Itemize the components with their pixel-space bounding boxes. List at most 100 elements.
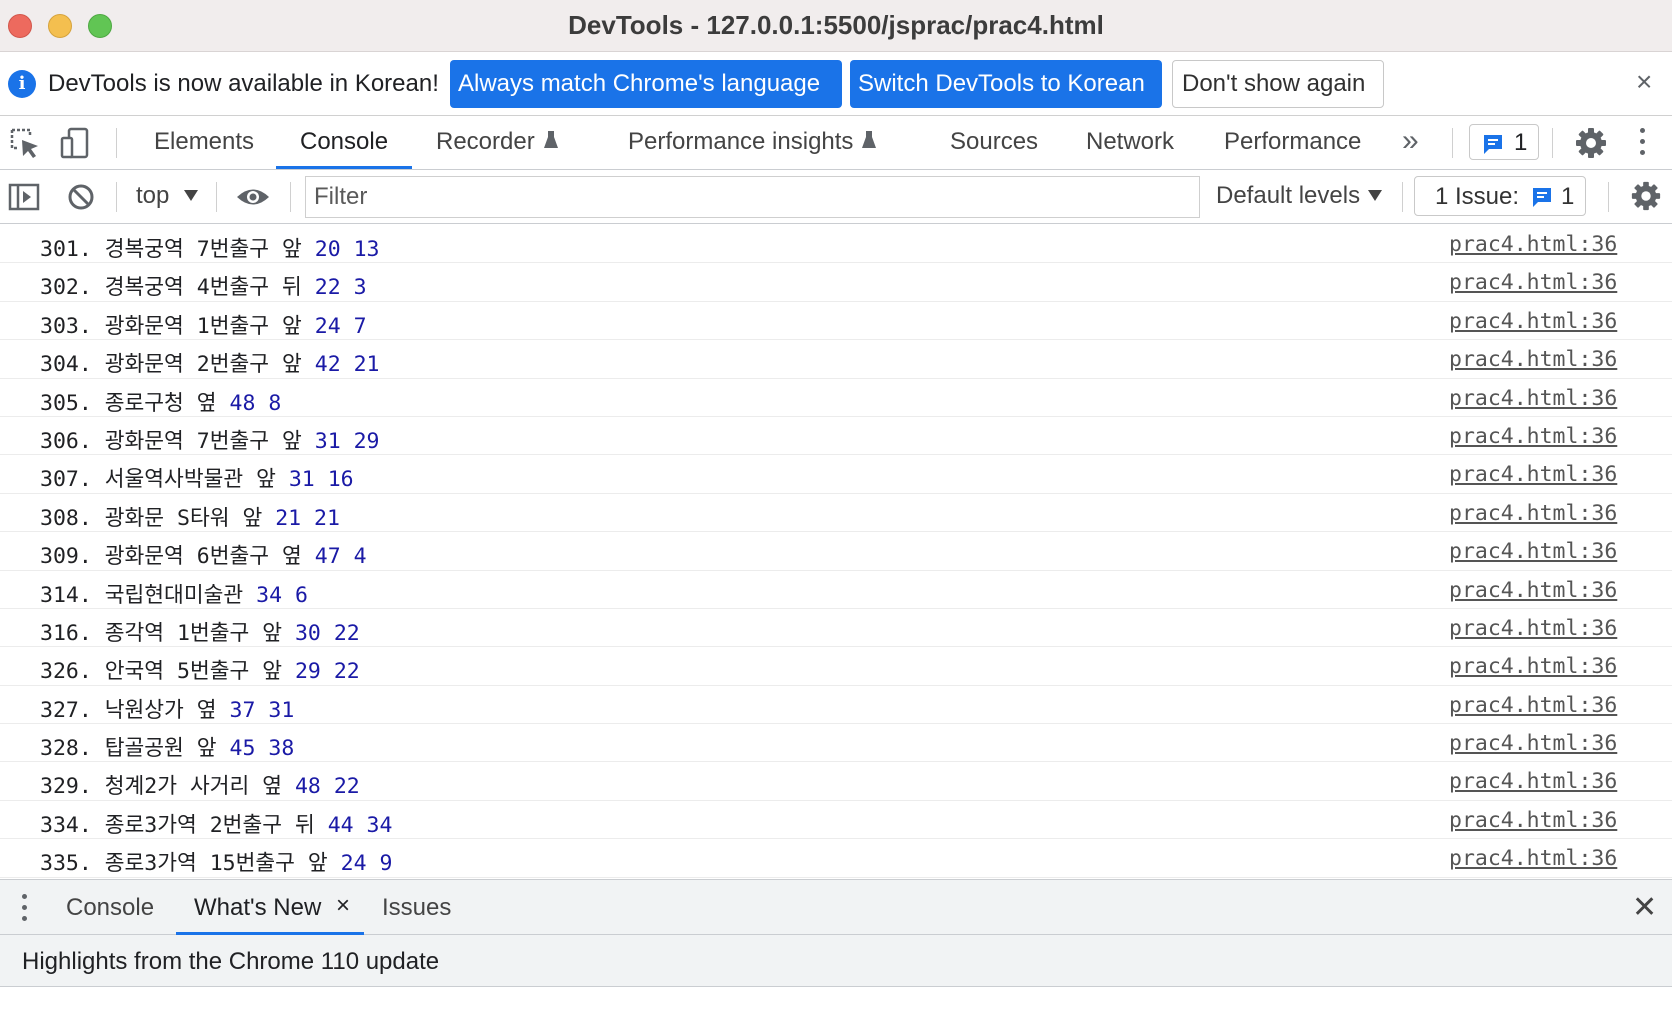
console-message-row: 316. 종각역 1번출구 앞 30 22 prac4.html:36 xyxy=(0,609,1672,648)
message-label: 328. 탑골공원 앞 xyxy=(40,736,217,762)
message-number: 48 xyxy=(229,390,256,416)
close-icon[interactable]: ✕ xyxy=(1632,890,1657,925)
sidebar-toggle-icon[interactable] xyxy=(8,182,40,212)
toolbar-divider xyxy=(116,182,117,212)
console-message-text: 329. 청계2가 사거리 옆 48 22 xyxy=(40,769,360,800)
tab-recorder[interactable]: Recorder xyxy=(436,128,559,156)
inspect-element-icon[interactable] xyxy=(8,126,42,160)
source-link[interactable]: prac4.html:36 xyxy=(1449,616,1617,641)
message-label: 305. 종로구청 옆 xyxy=(40,390,217,416)
message-number: 20 xyxy=(314,237,341,262)
console-message-row: 326. 안국역 5번출구 앞 29 22 prac4.html:36 xyxy=(0,647,1672,686)
tab-performance-insights[interactable]: Performance insights xyxy=(628,128,877,156)
console-toolbar: top Default levels 1 Issue: 1 xyxy=(0,170,1672,224)
more-tabs-chevron-icon[interactable]: » xyxy=(1402,124,1419,158)
source-link[interactable]: prac4.html:36 xyxy=(1449,232,1617,257)
console-message-row: 306. 광화문역 7번출구 앞 31 29 prac4.html:36 xyxy=(0,417,1672,456)
source-link[interactable]: prac4.html:36 xyxy=(1449,846,1617,871)
message-number: 48 xyxy=(294,774,321,800)
issues-button[interactable]: 1 Issue: 1 xyxy=(1414,176,1586,216)
log-levels-dropdown[interactable]: Default levels xyxy=(1216,182,1360,210)
message-number: 34 xyxy=(366,812,393,838)
dont-show-again-button[interactable]: Don't show again xyxy=(1172,60,1384,108)
toolbar-divider xyxy=(1552,128,1553,158)
source-link[interactable]: prac4.html:36 xyxy=(1449,270,1617,295)
console-message-row: 307. 서울역사박물관 앞 31 16 prac4.html:36 xyxy=(0,455,1672,494)
kebab-menu-icon[interactable] xyxy=(22,894,28,927)
clear-console-icon[interactable] xyxy=(66,182,96,212)
message-label: 329. 청계2가 사거리 옆 xyxy=(40,774,283,800)
console-message-text: 314. 국립현대미술관 34 6 xyxy=(40,578,308,609)
console-message-text: 307. 서울역사박물관 앞 31 16 xyxy=(40,462,354,493)
filter-input[interactable] xyxy=(305,176,1200,218)
console-message-text: 309. 광화문역 6번출구 옆 47 4 xyxy=(40,539,367,570)
message-number: 4 xyxy=(353,544,367,570)
source-link[interactable]: prac4.html:36 xyxy=(1449,309,1617,334)
message-number: 21 xyxy=(275,505,302,531)
message-number: 29 xyxy=(294,659,321,685)
drawer-tab-console[interactable]: Console xyxy=(66,894,154,922)
chevron-down-icon[interactable] xyxy=(184,190,198,201)
message-label: 301. 경복궁역 7번출구 앞 xyxy=(40,237,302,262)
toolbar-divider xyxy=(1402,182,1403,212)
source-link[interactable]: prac4.html:36 xyxy=(1449,347,1617,372)
message-label: 308. 광화문 S타워 앞 xyxy=(40,505,263,531)
message-number: 21 xyxy=(353,352,380,378)
flask-icon xyxy=(543,131,558,148)
context-selector[interactable]: top xyxy=(136,182,169,210)
source-link[interactable]: prac4.html:36 xyxy=(1449,501,1617,526)
whats-new-headline: Highlights from the Chrome 110 update xyxy=(22,948,440,975)
chat-icon xyxy=(1484,135,1502,154)
gear-icon[interactable] xyxy=(1574,126,1608,160)
console-message-text: 302. 경복궁역 4번출구 뒤 22 3 xyxy=(40,270,367,301)
infobar-close-icon[interactable]: × xyxy=(1636,66,1652,98)
source-link[interactable]: prac4.html:36 xyxy=(1449,462,1617,487)
whats-new-panel: Highlights from the Chrome 110 update xyxy=(0,935,1672,987)
close-icon[interactable]: × xyxy=(336,892,350,920)
message-number: 45 xyxy=(229,736,256,762)
console-message-text: 327. 낙원상가 옆 37 31 xyxy=(40,693,294,724)
tab-elements[interactable]: Elements xyxy=(154,128,254,156)
message-number: 22 xyxy=(333,774,360,800)
tab-sources[interactable]: Sources xyxy=(950,128,1038,156)
source-link[interactable]: prac4.html:36 xyxy=(1449,386,1617,411)
drawer-tab-issues[interactable]: Issues xyxy=(382,894,451,922)
source-link[interactable]: prac4.html:36 xyxy=(1449,654,1617,679)
chevron-down-icon[interactable] xyxy=(1368,190,1382,201)
source-link[interactable]: prac4.html:36 xyxy=(1449,693,1617,718)
tab-console[interactable]: Console xyxy=(300,128,388,156)
tab-recorder-label: Recorder xyxy=(436,128,535,155)
eye-icon[interactable] xyxy=(236,186,270,208)
console-message-row: 304. 광화문역 2번출구 앞 42 21 prac4.html:36 xyxy=(0,340,1672,379)
tab-network[interactable]: Network xyxy=(1086,128,1174,156)
source-link[interactable]: prac4.html:36 xyxy=(1449,578,1617,603)
source-link[interactable]: prac4.html:36 xyxy=(1449,808,1617,833)
message-number: 13 xyxy=(353,237,380,262)
drawer-tabbar: Console What's New × Issues ✕ xyxy=(0,879,1672,935)
flask-icon xyxy=(862,131,877,148)
console-message-text: 304. 광화문역 2번출구 앞 42 21 xyxy=(40,347,379,378)
source-link[interactable]: prac4.html:36 xyxy=(1449,424,1617,449)
console-message-text: 308. 광화문 S타워 앞 21 21 xyxy=(40,501,340,532)
message-number: 21 xyxy=(314,505,340,531)
message-number: 22 xyxy=(333,659,360,685)
device-toolbar-icon[interactable] xyxy=(58,126,92,160)
console-message-text: 303. 광화문역 1번출구 앞 24 7 xyxy=(40,309,367,340)
console-message-text: 305. 종로구청 옆 48 8 xyxy=(40,386,281,417)
source-link[interactable]: prac4.html:36 xyxy=(1449,539,1617,564)
kebab-menu-icon[interactable] xyxy=(1640,128,1646,161)
drawer-tab-whats-new[interactable]: What's New xyxy=(194,894,321,922)
message-number: 24 xyxy=(340,851,367,877)
gear-icon[interactable] xyxy=(1630,180,1662,212)
match-language-button[interactable]: Always match Chrome's language xyxy=(450,60,842,108)
toolbar-divider xyxy=(1608,182,1609,212)
message-number: 31 xyxy=(314,428,341,454)
source-link[interactable]: prac4.html:36 xyxy=(1449,731,1617,756)
console-message-text: 334. 종로3가역 2번출구 뒤 44 34 xyxy=(40,808,392,839)
switch-korean-button[interactable]: Switch DevTools to Korean xyxy=(850,60,1162,108)
source-link[interactable]: prac4.html:36 xyxy=(1449,769,1617,794)
message-number: 38 xyxy=(268,736,295,762)
tab-performance[interactable]: Performance xyxy=(1224,128,1361,156)
message-number: 30 xyxy=(294,620,321,646)
issues-counter-button[interactable]: 1 xyxy=(1469,124,1539,160)
